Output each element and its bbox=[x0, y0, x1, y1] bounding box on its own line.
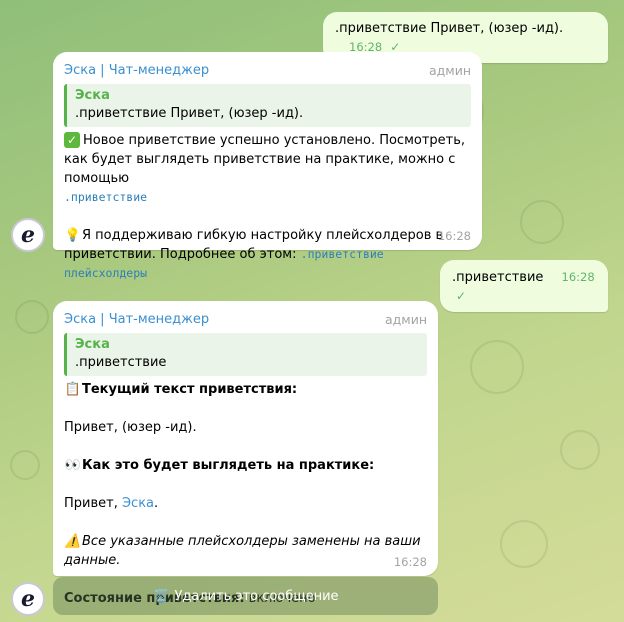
check-icon: ✓ bbox=[456, 289, 467, 303]
message-text: .приветствие Привет, (юзер -ид). bbox=[335, 21, 564, 36]
command-code[interactable]: .приветствие bbox=[64, 190, 147, 204]
current-greeting-text: Привет, (юзер -ид). bbox=[64, 420, 197, 435]
wallpaper-doodle bbox=[520, 200, 564, 244]
reply-quote[interactable]: Эска .приветствие Привет, (юзер -ид). bbox=[64, 84, 471, 127]
quote-sender: Эска bbox=[75, 337, 110, 352]
admin-badge: админ bbox=[428, 63, 471, 78]
user-mention-link[interactable]: Эска bbox=[122, 496, 154, 511]
sender-name[interactable]: Эска | Чат-менеджер bbox=[64, 310, 209, 329]
success-text: Новое приветствие успешно установлено. П… bbox=[64, 133, 466, 186]
avatar-letter: e bbox=[21, 222, 35, 248]
current-greeting-label: 📋Текущий текст приветствия: bbox=[64, 382, 298, 397]
message-body-hint: 💡Я поддерживаю гибкую настройку плейсхол… bbox=[64, 226, 471, 283]
wallpaper-doodle bbox=[470, 340, 524, 394]
sender-name[interactable]: Эска | Чат-менеджер bbox=[64, 61, 209, 80]
outgoing-message[interactable]: .приветствие 16:28 ✓ bbox=[440, 260, 608, 312]
quote-sender: Эска bbox=[75, 88, 110, 103]
quote-text: .приветствие Привет, (юзер -ид). bbox=[75, 106, 304, 121]
hint-text: Я поддерживаю гибкую настройку плейсхолд… bbox=[64, 228, 444, 262]
message-text: .приветствие bbox=[452, 270, 544, 285]
message-time: 16:28 bbox=[437, 229, 471, 243]
admin-badge: админ bbox=[384, 312, 427, 327]
delete-button-label: Удалить это сообщение bbox=[174, 588, 339, 604]
incoming-message[interactable]: Эска | Чат-менеджер админ Эска .приветст… bbox=[53, 52, 482, 280]
preview-label: 👀Как это будет выглядеть на практике: bbox=[64, 458, 375, 473]
trash-icon: 🗑️ bbox=[153, 588, 170, 604]
clipboard-icon: 📋 bbox=[64, 382, 82, 397]
message-time: 16:28 bbox=[393, 555, 427, 569]
wallpaper-doodle bbox=[15, 300, 49, 334]
warning-icon: ⚠️ bbox=[64, 534, 82, 549]
wallpaper-doodle bbox=[560, 430, 600, 470]
incoming-message[interactable]: Эска | Чат-менеджер админ Эска .приветст… bbox=[53, 301, 438, 606]
delete-message-button[interactable]: 🗑️ Удалить это сообщение bbox=[53, 577, 438, 615]
bot-avatar[interactable]: e bbox=[11, 582, 45, 616]
wallpaper-doodle bbox=[10, 450, 40, 480]
wallpaper-doodle bbox=[500, 520, 548, 568]
message-body: ✓ Новое приветствие успешно установлено. … bbox=[64, 131, 471, 207]
placeholder-warning: ⚠️Все указанные плейсхолдеры заменены на… bbox=[64, 534, 421, 568]
check-mark-icon: ✓ bbox=[64, 132, 80, 148]
reply-quote[interactable]: Эска .приветствие bbox=[64, 333, 427, 376]
preview-text: Привет, Эска. bbox=[64, 496, 159, 511]
eyes-icon: 👀 bbox=[64, 458, 82, 473]
avatar-letter: e bbox=[21, 586, 35, 612]
bot-avatar[interactable]: e bbox=[11, 218, 45, 252]
bulb-icon: 💡 bbox=[64, 228, 82, 243]
quote-text: .приветствие bbox=[75, 355, 167, 370]
message-time: 16:28 bbox=[561, 270, 595, 284]
